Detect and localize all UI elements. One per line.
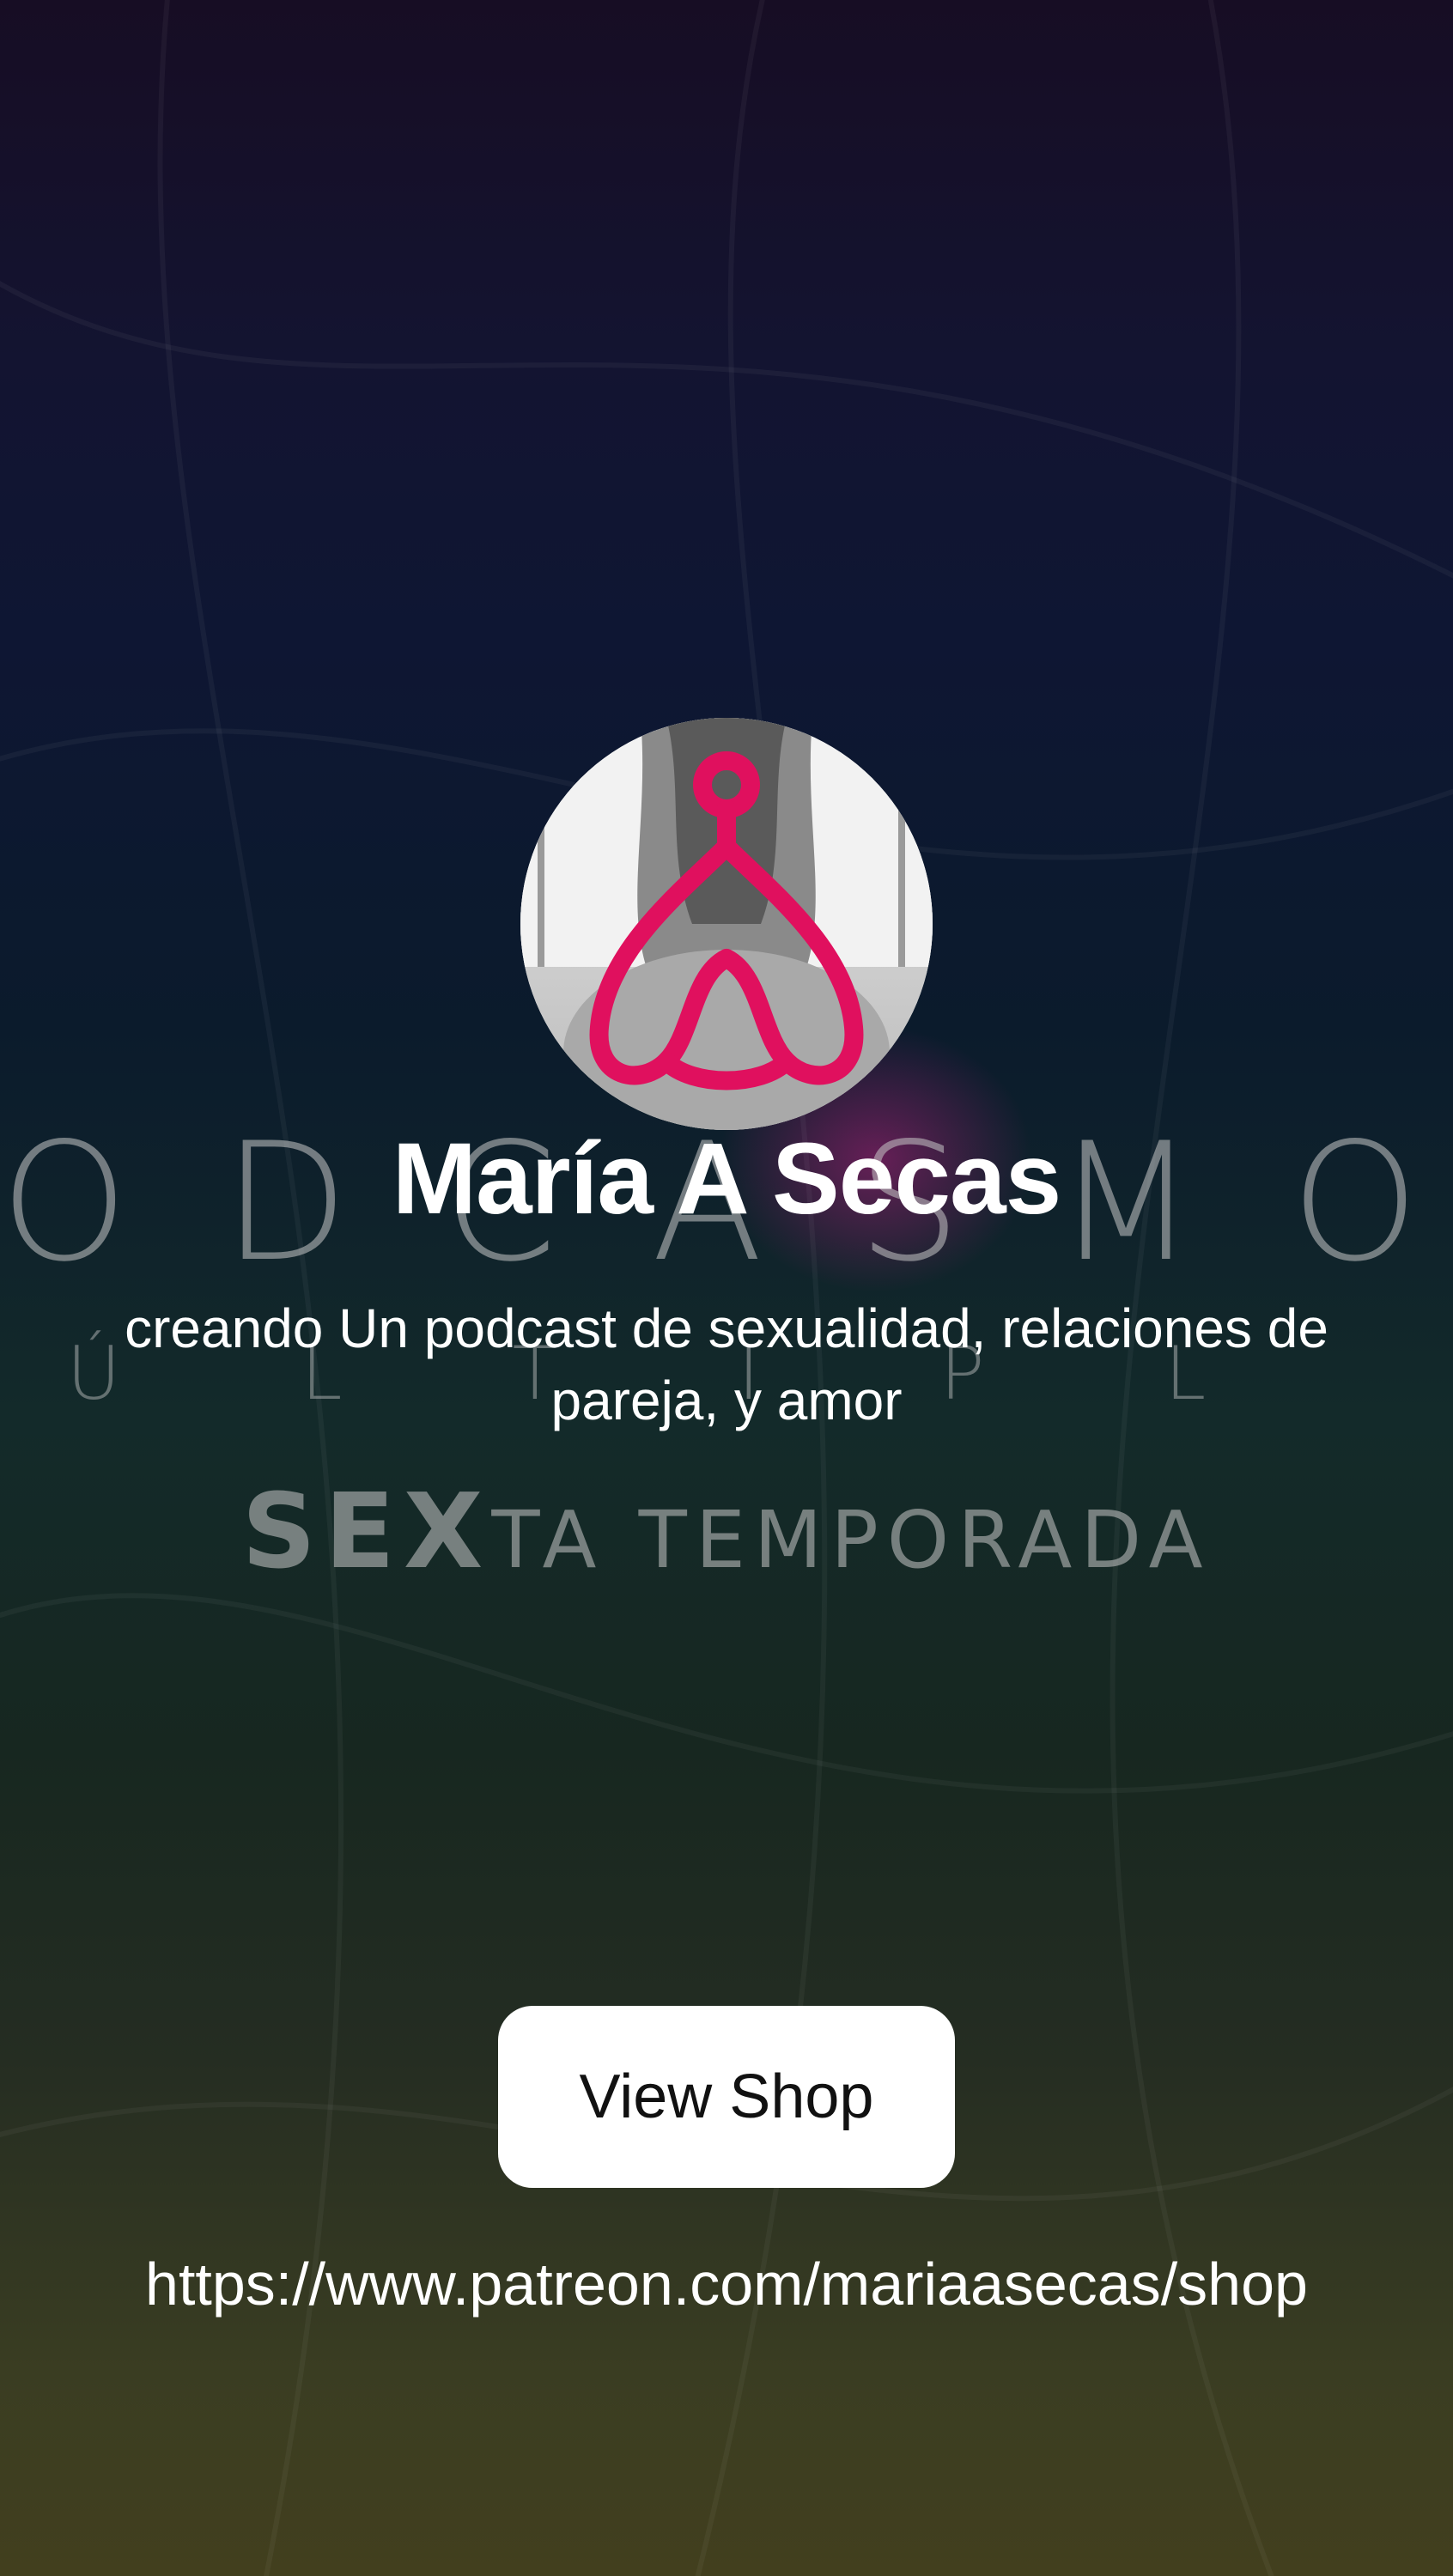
profile-name: María A Secas [392, 1122, 1062, 1236]
poster-text-line3: SEXTA TEMPORADA [0, 1473, 1453, 1592]
poster-text-rest: TA TEMPORADA [491, 1494, 1212, 1586]
heart-logo-icon [520, 718, 933, 1130]
profile-tagline: creando Un podcast de sexualidad, relaci… [125, 1297, 1328, 1431]
poster-text-emphasis: SEX [241, 1473, 492, 1592]
background-image: ODCASMO ÚLTIPL SEXTA TEMPORADA [0, 0, 1453, 2576]
avatar [520, 718, 933, 1130]
view-shop-button[interactable]: View Shop [498, 2006, 955, 2188]
shop-url-link[interactable]: https://www.patreon.com/mariaasecas/shop [0, 2250, 1453, 2318]
